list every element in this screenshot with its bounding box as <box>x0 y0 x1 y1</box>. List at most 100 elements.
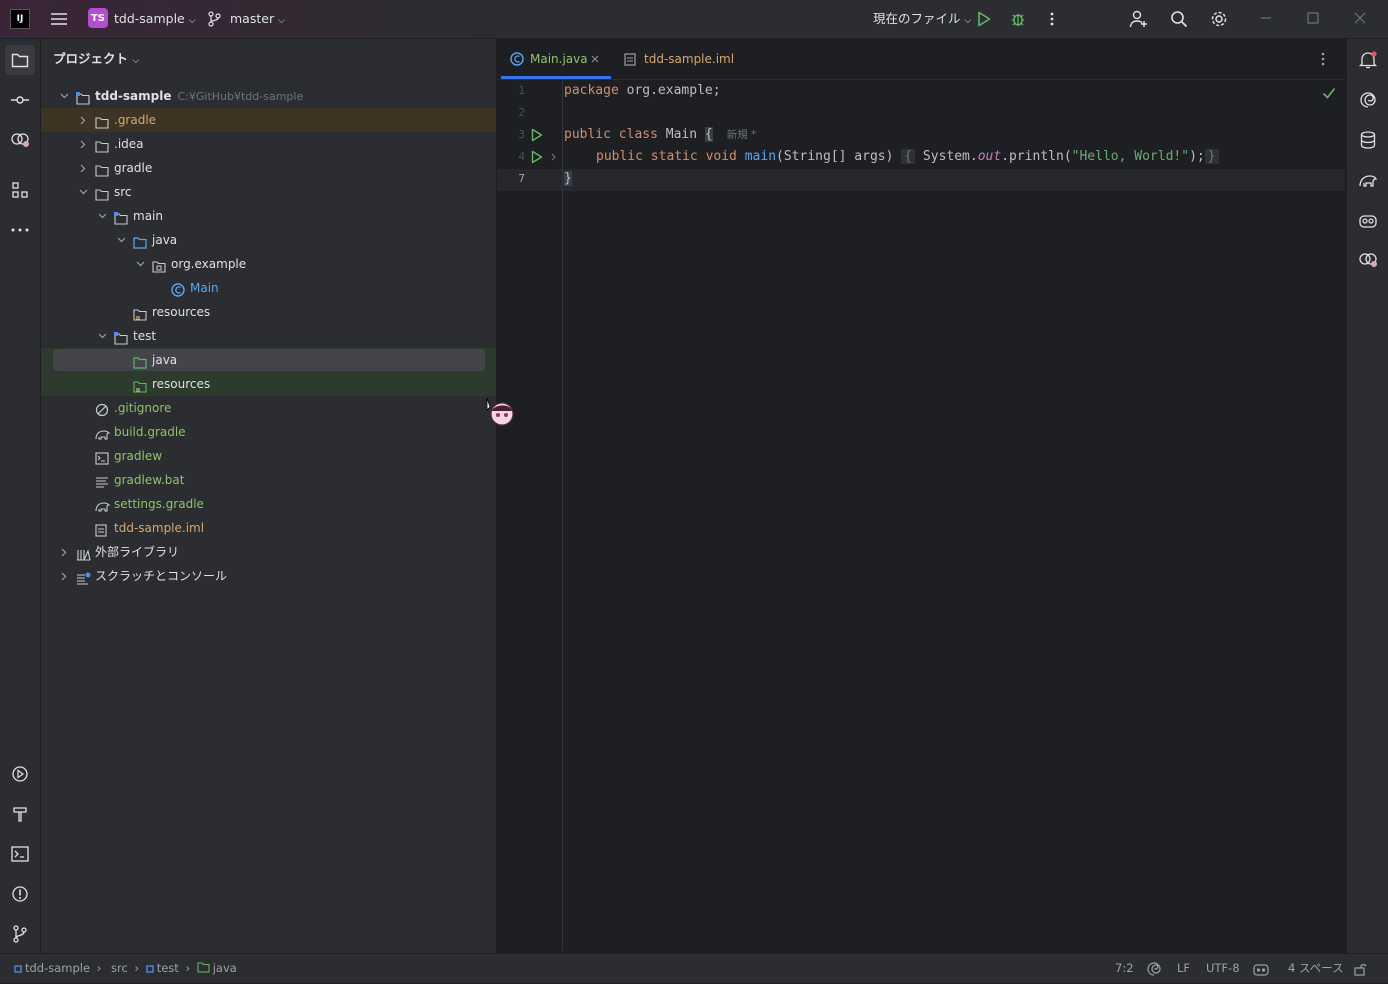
run-gutter-icon[interactable] <box>530 149 544 165</box>
project-badge[interactable]: TS <box>88 8 108 28</box>
ai-spiral-icon[interactable] <box>1353 85 1383 115</box>
fold-chevron-icon[interactable] <box>549 151 559 163</box>
tree-item-idea[interactable]: .idea <box>53 132 493 156</box>
tab-label: tdd-sample.iml <box>644 52 735 66</box>
chevron-right-icon[interactable] <box>57 540 71 564</box>
project-badge-text: TS <box>90 12 106 24</box>
chevron-right-icon[interactable] <box>57 564 71 588</box>
breadcrumb-item[interactable]: src <box>108 961 128 975</box>
tree-item-iml[interactable]: tdd-sample.iml <box>53 516 493 540</box>
tree-item-gradle-cache[interactable]: .gradle <box>53 108 493 132</box>
notifications-bell-icon[interactable] <box>1353 45 1383 75</box>
chevron-right-icon: › <box>181 961 194 975</box>
code-text: org.example; <box>618 83 721 98</box>
java-class-icon <box>509 51 525 67</box>
tree-item-resources[interactable]: resources <box>53 300 493 324</box>
search-icon[interactable] <box>1168 8 1190 30</box>
tab-options-icon[interactable] <box>1315 51 1331 67</box>
run-icon[interactable] <box>974 9 994 29</box>
chevron-right-icon[interactable] <box>76 108 90 132</box>
tree-item-gradlew[interactable]: gradlew <box>53 444 493 468</box>
problems-icon[interactable] <box>5 879 35 909</box>
tree-item-label: Main <box>190 281 219 295</box>
chevron-down-icon[interactable] <box>133 252 147 276</box>
gradle-elephant-icon[interactable] <box>1353 165 1383 195</box>
lock-icon[interactable] <box>1352 961 1368 977</box>
tree-item-external-libraries[interactable]: 外部ライブラリ <box>53 540 493 564</box>
ai-status-icon[interactable] <box>1146 961 1162 977</box>
copilot-status-icon[interactable] <box>1252 960 1270 978</box>
run-config-label: 現在のファイル <box>873 11 961 26</box>
chevron-down-icon[interactable] <box>76 180 90 204</box>
breadcrumb-item[interactable]: tdd-sample <box>14 961 90 975</box>
tree-item-org-example[interactable]: org.example <box>53 252 493 276</box>
indent-setting[interactable]: 4 スペース <box>1288 954 1344 983</box>
project-tool-folder-icon[interactable] <box>5 45 35 75</box>
caret-position[interactable]: 7:2 <box>1115 954 1134 983</box>
tree-item-main-class[interactable]: Main <box>53 276 493 300</box>
run-config-selector[interactable]: 現在のファイル ⌵ <box>873 0 971 38</box>
branch-selector[interactable]: master ⌵ <box>230 0 285 38</box>
branch-name: master <box>230 11 275 26</box>
tree-item-test-resources[interactable]: resources <box>53 372 493 396</box>
tree-item-src[interactable]: src <box>53 180 493 204</box>
run-gutter-icon[interactable] <box>530 127 544 143</box>
tab-label: Main.java <box>530 52 588 66</box>
tree-item-gradle[interactable]: gradle <box>53 156 493 180</box>
close-tab-icon[interactable] <box>589 53 601 65</box>
file-encoding[interactable]: UTF-8 <box>1206 954 1240 983</box>
database-icon[interactable] <box>1353 125 1383 155</box>
chevron-down-icon[interactable] <box>95 204 109 228</box>
tree-item-settings-gradle[interactable]: settings.gradle <box>53 492 493 516</box>
more-actions-icon[interactable] <box>1044 9 1060 29</box>
project-selector[interactable]: tdd-sample ⌵ <box>114 0 196 38</box>
tree-item-main[interactable]: main <box>53 204 493 228</box>
debug-icon[interactable] <box>1008 9 1028 29</box>
tree-item-tdd-sample[interactable]: tdd-sample C:¥GitHub¥tdd-sample <box>53 84 493 108</box>
commit-icon[interactable] <box>5 85 35 115</box>
chevron-down-icon[interactable] <box>114 228 128 252</box>
chevron-right-icon[interactable] <box>76 132 90 156</box>
tree-item-gitignore[interactable]: .gitignore <box>53 396 493 420</box>
gradle-icon <box>95 425 111 440</box>
no-problems-check-icon[interactable] <box>1321 85 1337 101</box>
project-view-selector[interactable]: プロジェクト ⌵ <box>53 39 139 79</box>
copilot-icon[interactable] <box>1353 205 1383 235</box>
tree-item-label: main <box>133 209 163 223</box>
tree-item-test-java[interactable]: java <box>53 348 493 372</box>
ai-assistant-icon[interactable] <box>5 125 35 155</box>
terminal-icon[interactable] <box>5 839 35 869</box>
services-icon[interactable] <box>5 759 35 789</box>
tab-main-java[interactable]: Main.java <box>501 39 611 79</box>
git-icon[interactable] <box>5 919 35 949</box>
inlay-hint: 新規 * <box>726 129 757 141</box>
chevron-down-icon[interactable] <box>57 84 71 108</box>
close-icon[interactable] <box>1352 10 1368 26</box>
tree-item-scratches[interactable]: スクラッチとコンソール <box>53 564 493 588</box>
module-folder-icon <box>114 209 128 225</box>
chevron-down-icon[interactable] <box>95 324 109 348</box>
build-hammer-icon[interactable] <box>5 799 35 829</box>
hamburger-icon[interactable] <box>48 9 70 29</box>
tree-item-build-gradle[interactable]: build.gradle <box>53 420 493 444</box>
structure-icon[interactable] <box>5 175 35 205</box>
tree-item-gradlew-bat[interactable]: gradlew.bat <box>53 468 493 492</box>
chevron-right-icon[interactable] <box>76 156 90 180</box>
breadcrumb-item[interactable]: test <box>146 961 179 975</box>
settings-gear-icon[interactable] <box>1208 8 1230 30</box>
tree-item-test[interactable]: test <box>53 324 493 348</box>
maximize-icon[interactable] <box>1305 10 1321 26</box>
minimize-icon[interactable] <box>1258 10 1274 26</box>
breadcrumb-item[interactable]: java <box>197 961 237 975</box>
tree-item-java[interactable]: java <box>53 228 493 252</box>
more-tools-icon[interactable] <box>5 215 35 245</box>
add-user-icon[interactable] <box>1128 8 1150 30</box>
app-logo-icon[interactable]: IJ <box>10 9 30 29</box>
tab-tdd-sample-iml[interactable]: tdd-sample.iml <box>619 39 739 79</box>
tree-item-label: .idea <box>114 137 144 151</box>
code-area[interactable]: 1 2 3 4 7 package org.example; public cl… <box>497 80 1345 280</box>
ai-chat-icon[interactable] <box>1353 245 1383 275</box>
line-separator[interactable]: LF <box>1177 954 1190 983</box>
iml-file-icon <box>95 521 109 537</box>
breadcrumb: tdd-sample › src › test › java <box>14 954 237 983</box>
